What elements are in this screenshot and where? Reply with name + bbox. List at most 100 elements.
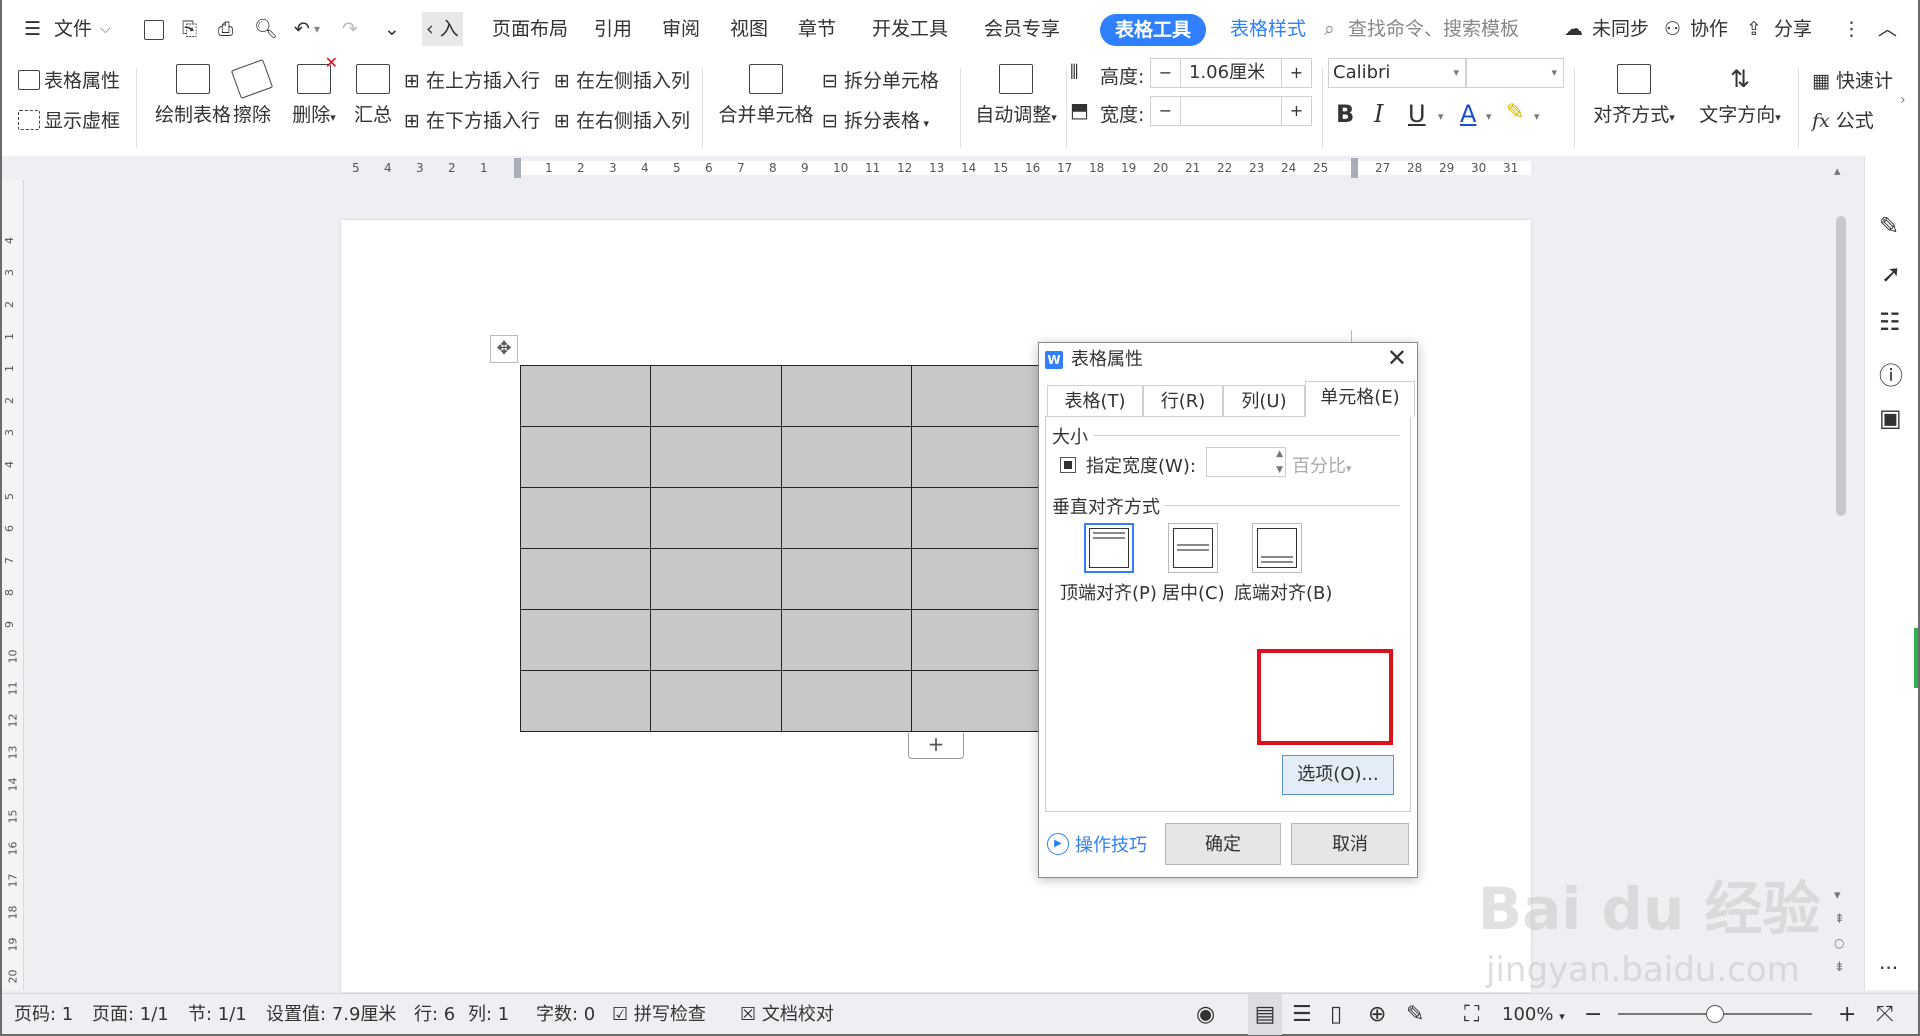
table-cell[interactable] xyxy=(780,365,912,427)
collapse-ribbon-icon[interactable]: ︿ xyxy=(1878,0,1897,58)
zoom-slider-thumb[interactable] xyxy=(1706,1005,1724,1023)
quick-calc-button[interactable]: ▦ 快速计 xyxy=(1812,66,1893,93)
add-row-button[interactable]: + xyxy=(908,733,964,759)
specify-width-checkbox[interactable] xyxy=(1060,457,1076,473)
tab-page-layout[interactable]: 页面布局 xyxy=(492,0,568,58)
tips-link[interactable]: 操作技巧 xyxy=(1075,831,1147,857)
tab-cell[interactable]: 单元格(E) xyxy=(1305,381,1415,417)
settings-sliders-icon[interactable]: ☷ xyxy=(1879,308,1901,336)
height-increase-button[interactable]: + xyxy=(1281,59,1311,87)
table-cell[interactable] xyxy=(910,609,1043,671)
zoom-level[interactable]: 100% ▾ xyxy=(1502,994,1565,1035)
document-table[interactable] xyxy=(519,365,1043,732)
table-cell[interactable] xyxy=(910,426,1043,488)
insert-row-below-button[interactable]: ⊞ 在下方插入行 xyxy=(404,106,540,133)
table-cell[interactable] xyxy=(519,670,652,732)
scroll-down-icon[interactable]: ▾ xyxy=(1834,888,1841,903)
status-setting[interactable]: 设置值: 7.9厘米 xyxy=(266,994,396,1035)
help-icon[interactable]: ⓘ xyxy=(1879,356,1903,391)
font-size-select[interactable]: ▾ xyxy=(1466,58,1564,88)
collab-button[interactable]: 协作 xyxy=(1690,0,1728,58)
status-section[interactable]: 节: 1/1 xyxy=(188,994,247,1035)
zoom-out-button[interactable]: − xyxy=(1584,994,1602,1035)
status-col[interactable]: 列: 1 xyxy=(468,994,509,1035)
page-view-icon[interactable]: ▤ xyxy=(1248,994,1282,1035)
delete-button[interactable]: ✕ 删除▾ xyxy=(284,53,344,127)
table-cell[interactable] xyxy=(519,426,652,488)
insert-col-left-button[interactable]: ⊞ 在左侧插入列 xyxy=(554,66,690,93)
table-cell[interactable] xyxy=(650,365,782,427)
table-cell[interactable] xyxy=(910,548,1043,610)
select-browse-icon[interactable]: ○ xyxy=(1834,936,1844,950)
table-cell[interactable] xyxy=(650,548,782,610)
ribbon-scroll-right-icon[interactable]: › xyxy=(1900,92,1906,108)
ok-button[interactable]: 确定 xyxy=(1165,823,1281,865)
merge-cells-button[interactable]: 合并单元格 xyxy=(716,64,816,127)
spell-check-button[interactable]: ☑ 拼写检查 xyxy=(612,994,706,1035)
col-width-stepper[interactable]: − + xyxy=(1150,96,1312,126)
table-cell[interactable] xyxy=(910,365,1043,427)
customize-icon[interactable]: ⌄ xyxy=(384,0,400,58)
print-icon[interactable]: ⎙ xyxy=(218,0,233,58)
cloud-sync-icon[interactable]: ☁ xyxy=(1564,0,1583,58)
pointer-icon[interactable]: ➚ xyxy=(1881,260,1901,288)
tab-table-tools[interactable]: 表格工具 xyxy=(1100,14,1206,46)
tab-table[interactable]: 表格(T) xyxy=(1047,385,1143,417)
table-cell[interactable] xyxy=(910,487,1043,549)
tab-insert[interactable]: ‹ 入 xyxy=(422,12,463,46)
search-icon[interactable]: ⌕ xyxy=(1324,0,1335,58)
export-icon[interactable]: ⎘ xyxy=(182,0,197,58)
sync-status[interactable]: 未同步 xyxy=(1592,0,1649,58)
text-direction-button[interactable]: ⇅ 文字方向▾ xyxy=(1692,64,1788,127)
italic-button[interactable]: I xyxy=(1374,100,1383,128)
height-value[interactable]: 1.06厘米 xyxy=(1189,59,1265,87)
insert-row-above-button[interactable]: ⊞ 在上方插入行 xyxy=(404,66,540,93)
tab-view[interactable]: 视图 xyxy=(730,0,768,58)
highlight-dropdown-icon[interactable]: ▾ xyxy=(1534,110,1540,123)
font-color-button[interactable]: A xyxy=(1460,100,1476,128)
table-cell[interactable] xyxy=(519,548,652,610)
tab-chapter[interactable]: 章节 xyxy=(798,0,836,58)
web-view-icon[interactable]: ⊕ xyxy=(1368,994,1386,1035)
tab-review[interactable]: 审阅 xyxy=(662,0,700,58)
horizontal-ruler[interactable]: 5 4 3 2 1 1 2 3 4 5 6 7 8 9 10 11 12 13 14 15 16 17 18 19 20 21 22… xyxy=(2,156,1918,180)
redo-icon[interactable]: ↷ xyxy=(342,0,358,58)
bold-button[interactable]: B xyxy=(1336,100,1354,128)
font-color-dropdown-icon[interactable]: ▾ xyxy=(1486,110,1492,123)
row-height-stepper[interactable]: − 1.06厘米 + xyxy=(1150,58,1312,88)
tab-column[interactable]: 列(U) xyxy=(1223,385,1305,417)
fullscreen-icon[interactable]: ⤧ xyxy=(1876,994,1894,1035)
zoom-slider[interactable] xyxy=(1618,1005,1812,1023)
file-menu[interactable]: 文件 xyxy=(54,0,92,58)
more-icon[interactable]: ⋮ xyxy=(1842,0,1861,58)
split-cells-button[interactable]: ⊟ 拆分单元格 xyxy=(822,66,939,93)
more-options-icon[interactable]: ··· xyxy=(1879,956,1898,980)
play-icon[interactable]: ▶ xyxy=(1047,833,1069,855)
table-cell[interactable] xyxy=(650,670,782,732)
undo-icon[interactable]: ↶ xyxy=(294,0,310,58)
options-button[interactable]: 选项(O)... xyxy=(1282,755,1394,795)
spin-down-icon[interactable]: ▼ xyxy=(1276,465,1283,475)
split-table-button[interactable]: ⊟ 拆分表格 ▾ xyxy=(822,106,929,133)
erase-button[interactable]: 擦除 xyxy=(224,59,280,127)
status-words[interactable]: 字数: 0 xyxy=(536,994,595,1035)
share-button[interactable]: 分享 xyxy=(1774,0,1812,58)
table-cell[interactable] xyxy=(780,487,912,549)
tab-developer[interactable]: 开发工具 xyxy=(872,0,948,58)
proofread-button[interactable]: ☒ 文档校对 xyxy=(740,994,834,1035)
close-icon[interactable]: ✕ xyxy=(1387,343,1407,373)
command-search-input[interactable]: 查找命令、搜索模板 xyxy=(1348,0,1519,58)
valign-top-option[interactable] xyxy=(1084,523,1134,573)
scroll-up-icon[interactable]: ▴ xyxy=(1834,164,1841,179)
underline-dropdown-icon[interactable]: ▾ xyxy=(1438,110,1444,123)
table-cell[interactable] xyxy=(650,487,782,549)
width-unit-select[interactable]: 百分比▾ xyxy=(1292,452,1352,478)
tab-row[interactable]: 行(R) xyxy=(1143,385,1223,417)
align-button[interactable]: 对齐方式▾ xyxy=(1586,64,1682,127)
print-preview-icon[interactable]: 🔍︎ xyxy=(254,0,278,58)
share-icon[interactable]: ⇪ xyxy=(1746,0,1762,58)
valign-center-option[interactable] xyxy=(1168,523,1218,573)
prev-page-icon[interactable]: ⇞ xyxy=(1834,912,1845,927)
hamburger-icon[interactable]: ☰ xyxy=(24,0,41,58)
spin-up-icon[interactable]: ▲ xyxy=(1276,449,1283,459)
